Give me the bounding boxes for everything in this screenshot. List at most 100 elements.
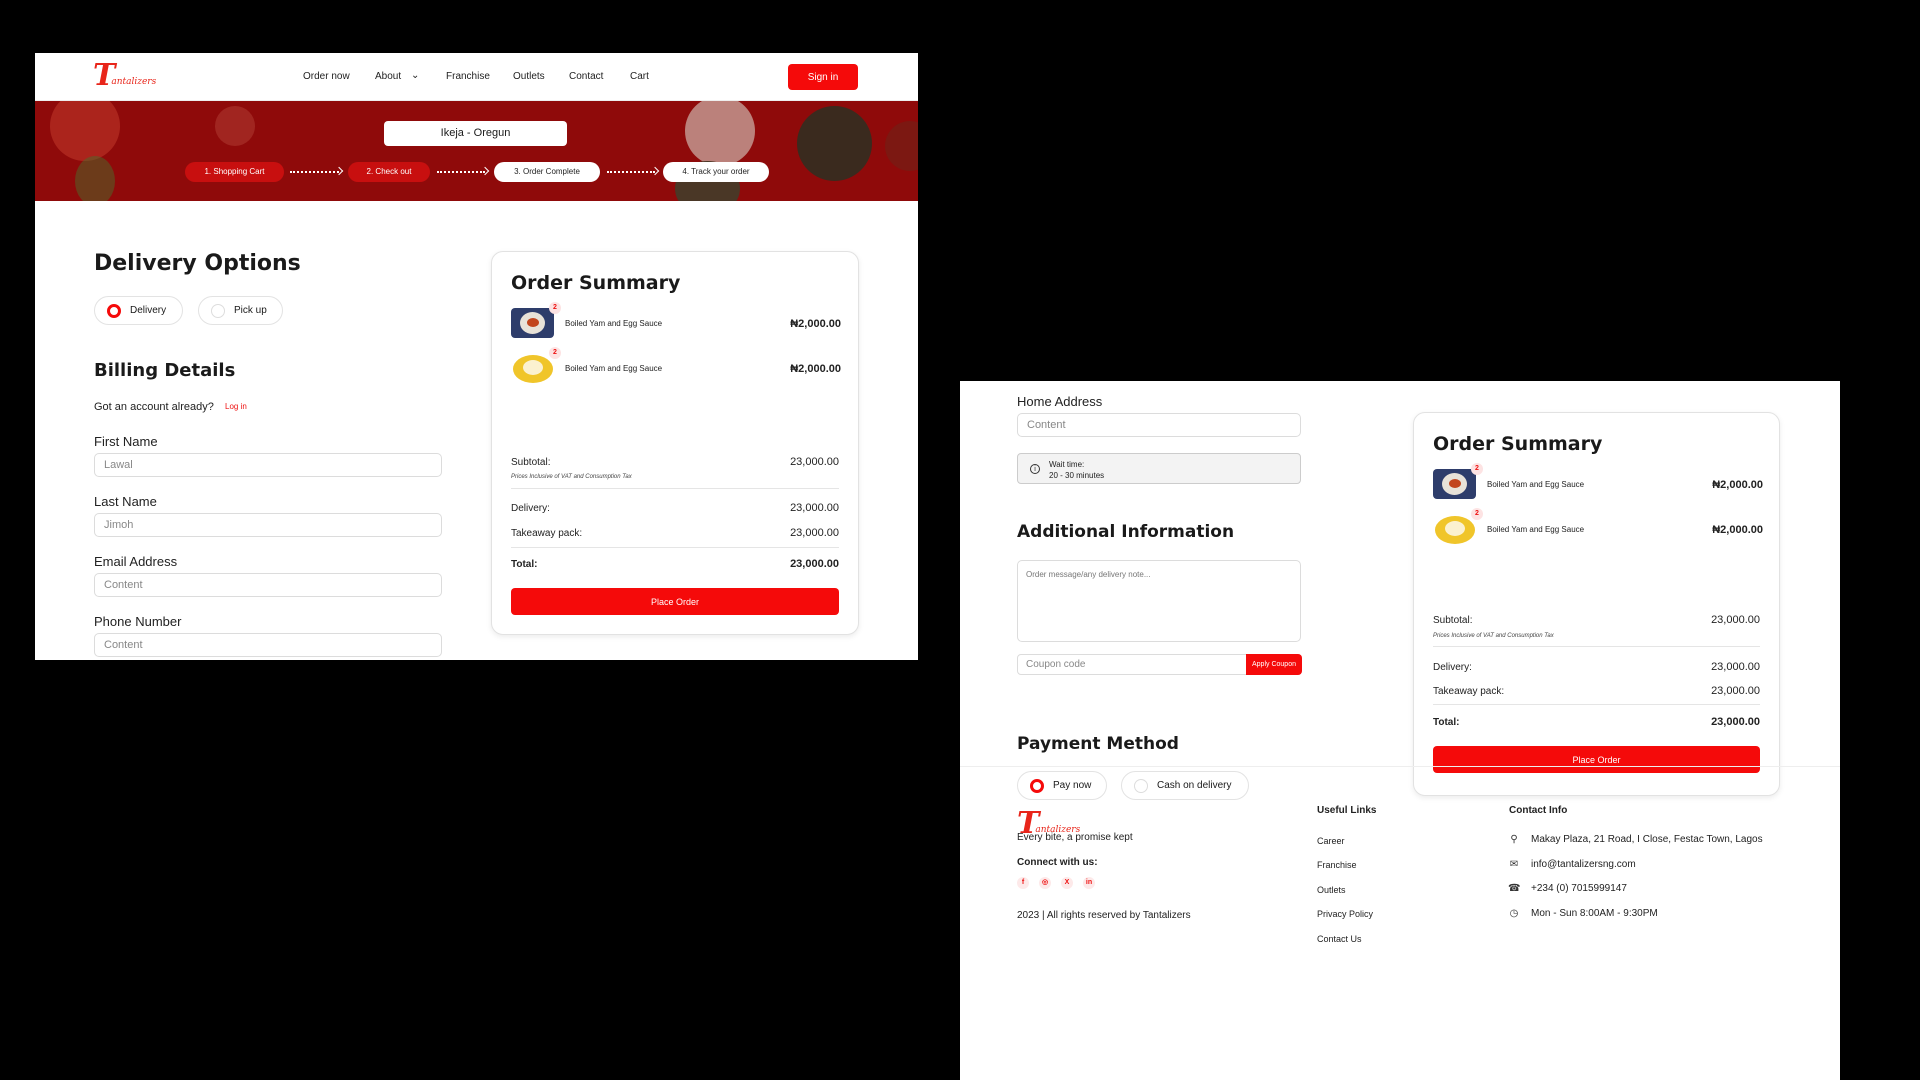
divider bbox=[511, 547, 839, 548]
footer-link-career[interactable]: Career bbox=[1317, 836, 1345, 846]
total-label: Total: bbox=[1433, 717, 1460, 728]
subtotal-value: 23,000.00 bbox=[1711, 614, 1760, 626]
step-track-order[interactable]: 4. Track your order bbox=[663, 162, 769, 182]
item-price: ₦2,000.00 bbox=[1712, 479, 1763, 491]
chevron-down-icon[interactable]: ⌄ bbox=[411, 70, 419, 81]
cash-on-delivery-option[interactable]: Cash on delivery bbox=[1121, 771, 1249, 800]
x-twitter-icon[interactable]: X bbox=[1061, 877, 1073, 889]
pickup-option[interactable]: Pick up bbox=[198, 296, 283, 325]
navbar: Tantalizers Order now About ⌄ Franchise … bbox=[35, 53, 918, 101]
place-order-button[interactable]: Place Order bbox=[1433, 746, 1760, 773]
item-price: ₦2,000.00 bbox=[790, 363, 841, 375]
subtotal-label: Subtotal: bbox=[511, 457, 551, 468]
first-name-field[interactable]: Lawal bbox=[94, 453, 442, 477]
item-name: Boiled Yam and Egg Sauce bbox=[565, 319, 663, 328]
pepper-spoon-decoration bbox=[797, 106, 872, 181]
email-label: Email Address bbox=[94, 554, 178, 569]
quantity-badge: 2 bbox=[1471, 508, 1483, 520]
food-thumbnail bbox=[511, 308, 554, 338]
location-pin-icon: ⚲ bbox=[1510, 834, 1518, 845]
step-arrow-icon bbox=[607, 171, 655, 173]
leaf-decoration bbox=[75, 156, 115, 201]
quantity-badge: 2 bbox=[1471, 463, 1483, 475]
contact-email[interactable]: info@tantalizersng.com bbox=[1531, 859, 1636, 870]
total-value: 23,000.00 bbox=[790, 558, 839, 570]
login-link[interactable]: Log in bbox=[225, 402, 247, 411]
phone-field[interactable]: Content bbox=[94, 633, 442, 657]
cart-item: 2 Boiled Yam and Egg Sauce ₦2,000.00 bbox=[1433, 508, 1763, 546]
takeaway-value: 23,000.00 bbox=[1711, 685, 1760, 697]
signin-button[interactable]: Sign in bbox=[788, 64, 858, 90]
subtotal-value: 23,000.00 bbox=[790, 456, 839, 468]
info-icon: i bbox=[1030, 464, 1040, 474]
apply-coupon-button[interactable]: Apply Coupon bbox=[1246, 654, 1302, 675]
delivery-option[interactable]: Delivery bbox=[94, 296, 183, 325]
radio-selected-icon bbox=[1030, 778, 1044, 793]
food-thumbnail bbox=[1433, 469, 1476, 499]
phone-label: Phone Number bbox=[94, 614, 182, 629]
wait-time-box: i Wait time: 20 - 30 minutes bbox=[1017, 453, 1301, 484]
brand-logo[interactable]: Tantalizers bbox=[93, 61, 156, 91]
location-selector[interactable]: Ikeja - Oregun bbox=[384, 121, 567, 146]
last-name-field[interactable]: Jimoh bbox=[94, 513, 442, 537]
step-shopping-cart[interactable]: 1. Shopping Cart bbox=[185, 162, 284, 182]
takeaway-value: 23,000.00 bbox=[790, 527, 839, 539]
delivery-options-title: Delivery Options bbox=[94, 251, 301, 276]
divider bbox=[1433, 646, 1760, 647]
connect-label: Connect with us: bbox=[1017, 857, 1098, 868]
contact-hours: Mon - Sun 8:00AM - 9:30PM bbox=[1531, 908, 1658, 919]
delivery-value: 23,000.00 bbox=[790, 502, 839, 514]
delivery-label: Delivery: bbox=[1433, 662, 1472, 673]
takeaway-label: Takeaway pack: bbox=[1433, 686, 1505, 697]
nav-contact[interactable]: Contact bbox=[569, 71, 603, 82]
total-value: 23,000.00 bbox=[1711, 716, 1760, 728]
takeaway-label: Takeaway pack: bbox=[511, 528, 583, 539]
footer-link-contact[interactable]: Contact Us bbox=[1317, 934, 1362, 944]
nav-franchise[interactable]: Franchise bbox=[446, 71, 490, 82]
order-summary-title: Order Summary bbox=[511, 272, 681, 294]
nav-about[interactable]: About bbox=[375, 71, 401, 82]
facebook-icon[interactable]: f bbox=[1017, 877, 1029, 889]
linkedin-icon[interactable]: in bbox=[1083, 877, 1095, 889]
quantity-badge: 2 bbox=[549, 347, 561, 359]
footer-link-privacy[interactable]: Privacy Policy bbox=[1317, 909, 1373, 919]
nav-order-now[interactable]: Order now bbox=[303, 71, 350, 82]
contact-phone[interactable]: +234 (0) 7015999147 bbox=[1531, 883, 1627, 894]
footer-link-franchise[interactable]: Franchise bbox=[1317, 860, 1357, 870]
footer-link-outlets[interactable]: Outlets bbox=[1317, 885, 1346, 895]
item-name: Boiled Yam and Egg Sauce bbox=[1487, 525, 1585, 534]
item-price: ₦2,000.00 bbox=[1712, 524, 1763, 536]
order-summary-title: Order Summary bbox=[1433, 433, 1603, 455]
wait-time-value: 20 - 30 minutes bbox=[1049, 471, 1105, 480]
subtotal-label: Subtotal: bbox=[1433, 615, 1473, 626]
email-field[interactable]: Content bbox=[94, 573, 442, 597]
step-check-out[interactable]: 2. Check out bbox=[348, 162, 430, 182]
nav-cart[interactable]: Cart bbox=[630, 71, 649, 82]
footer-divider bbox=[960, 766, 1840, 767]
home-address-field[interactable]: Content bbox=[1017, 413, 1301, 437]
payment-method-title: Payment Method bbox=[1017, 734, 1179, 754]
radio-unselected-icon bbox=[1134, 778, 1148, 793]
radio-selected-icon bbox=[107, 303, 121, 318]
tomato-decoration bbox=[215, 106, 255, 146]
pay-now-option[interactable]: Pay now bbox=[1017, 771, 1107, 800]
billing-details-title: Billing Details bbox=[94, 360, 236, 381]
quantity-badge: 2 bbox=[549, 302, 561, 314]
order-note-input[interactable]: Order message/any delivery note... bbox=[1017, 560, 1301, 642]
first-name-label: First Name bbox=[94, 434, 158, 449]
total-label: Total: bbox=[511, 559, 538, 570]
divider bbox=[1433, 704, 1760, 705]
coupon-field[interactable]: Coupon code Apply Coupon bbox=[1017, 654, 1302, 675]
radio-unselected-icon bbox=[211, 303, 225, 318]
step-order-complete[interactable]: 3. Order Complete bbox=[494, 162, 600, 182]
contact-info-title: Contact Info bbox=[1509, 805, 1568, 816]
instagram-icon[interactable]: ◎ bbox=[1039, 877, 1051, 889]
tomato-decoration bbox=[50, 101, 120, 161]
home-address-label: Home Address bbox=[1017, 394, 1103, 409]
cart-item: 2 Boiled Yam and Egg Sauce ₦2,000.00 bbox=[511, 347, 841, 385]
place-order-button[interactable]: Place Order bbox=[511, 588, 839, 615]
coupon-input[interactable]: Coupon code bbox=[1026, 659, 1086, 670]
nav-outlets[interactable]: Outlets bbox=[513, 71, 545, 82]
footer-tagline: Every bite, a promise kept bbox=[1017, 832, 1133, 843]
order-summary-card: Order Summary 2 Boiled Yam and Egg Sauce… bbox=[491, 251, 859, 635]
